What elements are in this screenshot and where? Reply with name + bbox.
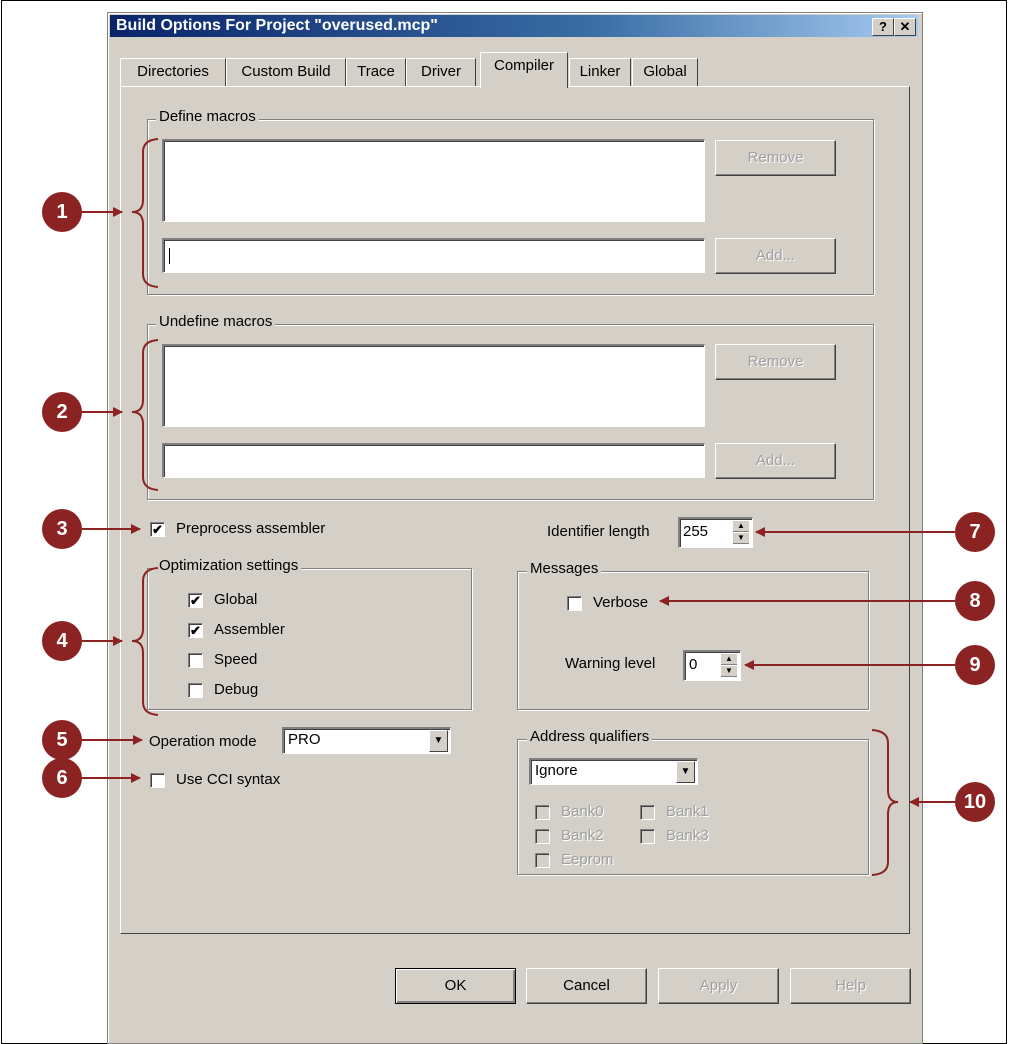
brace-optimization bbox=[131, 567, 159, 716]
annotation-overlay bbox=[82, 138, 955, 876]
callout-4: 4 bbox=[42, 621, 82, 661]
callout-7: 7 bbox=[955, 512, 995, 552]
callout-1: 1 bbox=[42, 192, 82, 232]
callout-10: 10 bbox=[955, 782, 995, 822]
brace-define-macros bbox=[131, 138, 159, 288]
brace-address-qualifiers bbox=[871, 729, 899, 876]
callout-3: 3 bbox=[42, 509, 82, 549]
callout-5: 5 bbox=[42, 720, 82, 760]
tab-compiler[interactable]: Compiler bbox=[480, 52, 568, 88]
callout-6: 6 bbox=[42, 758, 82, 798]
callout-9: 9 bbox=[955, 645, 995, 685]
brace-undefine-macros bbox=[131, 339, 159, 491]
callout-8: 8 bbox=[955, 581, 995, 621]
callout-2: 2 bbox=[42, 392, 82, 432]
